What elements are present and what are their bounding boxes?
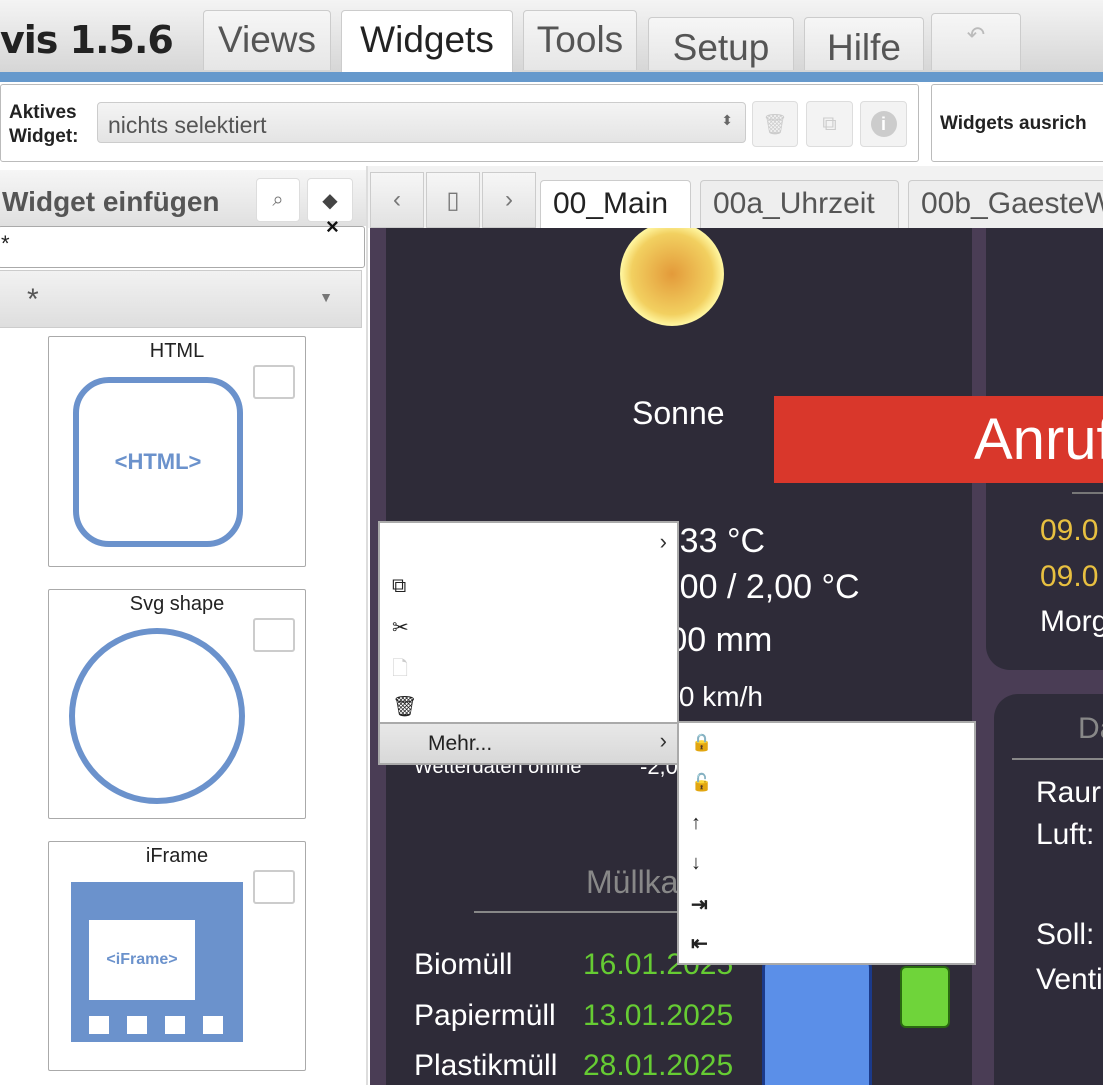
more-submenu: 🔒 🔓 ↑ ↓ ⇥ ⇤	[677, 721, 976, 965]
search-button[interactable]: ⌕	[256, 178, 300, 222]
arrow-to-end-icon[interactable]: ⇥	[691, 892, 708, 917]
waste-title: Müllka	[586, 864, 679, 900]
image-icon	[253, 618, 295, 652]
chevron-left-icon: ‹	[393, 186, 401, 213]
accent-bar	[0, 72, 1103, 82]
align-label: Widgets ausrich	[940, 113, 1087, 134]
active-widget-select[interactable]: nichts selektiert ⬍	[97, 102, 746, 143]
widget-card-iframe[interactable]: iFrame <iFrame>	[48, 841, 306, 1071]
copy-widget-button[interactable]: ⧉	[806, 101, 853, 147]
widget-label: Svg shape	[129, 593, 225, 615]
filter-value: *	[1, 231, 10, 256]
context-menu-item-more[interactable]: Mehr... ›	[380, 722, 677, 763]
right-date: 09.0	[1040, 514, 1099, 547]
widget-label: iFrame	[145, 845, 209, 867]
app-title: vis 1.5.6	[0, 18, 174, 62]
tab-widgets[interactable]: Widgets	[341, 10, 513, 72]
waste-name: Biomüll	[414, 948, 513, 981]
search-icon: ⌕	[272, 188, 284, 211]
divider	[1012, 758, 1103, 760]
copy-icon[interactable]: ⧉	[392, 575, 406, 598]
call-banner: Anruf	[774, 396, 1103, 483]
html-preview-icon: <HTML>	[73, 377, 243, 547]
align-panel: Widgets ausrich	[931, 84, 1103, 162]
iframe-preview-text: <iFrame>	[106, 951, 178, 968]
unlock-icon[interactable]: 🔓	[691, 773, 712, 793]
waste-name: Plastikmüll	[414, 1049, 558, 1082]
waste-name: Papiermüll	[414, 999, 556, 1032]
tab-hilfe[interactable]: Hilfe	[804, 17, 924, 70]
chevron-right-icon: ›	[505, 186, 513, 213]
clipboard-button[interactable]: ▯	[426, 172, 480, 228]
right-row: Soll:	[1036, 918, 1095, 951]
tab-tools[interactable]: Tools	[523, 10, 637, 70]
prev-view-button[interactable]: ‹	[370, 172, 424, 228]
widget-palette: Widget einfügen ⌕ ◆ * × * ▼ HTML <HTML> S…	[0, 166, 368, 1085]
right-date: 09.0	[1040, 560, 1099, 593]
undo-button[interactable]: ↶	[931, 13, 1021, 70]
undo-icon: ↶	[966, 22, 986, 47]
trash-icon[interactable]: 🗑	[392, 694, 417, 719]
right-panel2-title: Da	[1078, 712, 1103, 745]
context-menu: › ⧉ ✂ 🗋 🗑 Mehr... ›	[378, 521, 679, 765]
cut-icon[interactable]: ✂	[392, 615, 409, 640]
widget-card-svg-shape[interactable]: Svg shape	[48, 589, 306, 819]
arrow-up-icon[interactable]: ↑	[691, 812, 701, 835]
next-view-button[interactable]: ›	[482, 172, 536, 228]
more-label: Mehr...	[428, 732, 493, 755]
right-panel-bottom	[994, 694, 1103, 1085]
chevron-down-icon: ▼	[319, 289, 333, 305]
context-menu-item-submenu[interactable]: ›	[380, 523, 677, 563]
waste-date: 13.01.2025	[583, 999, 734, 1032]
chevron-right-icon: ›	[659, 728, 667, 753]
active-widget-label: Aktives Widget:	[9, 102, 79, 147]
weather-label: Sonne	[632, 395, 725, 431]
active-widget-value: nichts selektiert	[108, 112, 267, 138]
select-arrows-icon: ⬍	[721, 112, 733, 128]
image-icon	[253, 870, 295, 904]
html-preview-text: <HTML>	[114, 449, 202, 474]
tag-icon: ◆	[322, 189, 338, 212]
paste-icon: 🗋	[392, 658, 409, 680]
filter-input[interactable]: *	[0, 226, 365, 268]
widget-label: HTML	[149, 340, 205, 362]
copy-icon: ⧉	[822, 112, 837, 135]
info-icon: i	[870, 111, 897, 137]
lock-icon[interactable]: 🔒	[691, 733, 712, 753]
trash-icon: 🗑	[762, 113, 788, 136]
arrow-to-start-icon[interactable]: ⇤	[691, 931, 708, 956]
widget-set-value: *	[27, 283, 39, 316]
palette-title: Widget einfügen	[2, 186, 220, 217]
iframe-preview-icon: <iFrame>	[71, 882, 243, 1042]
tab-views[interactable]: Views	[203, 10, 331, 70]
blue-bin-icon	[762, 954, 872, 1085]
clear-filter-icon[interactable]: ×	[326, 214, 339, 240]
info-widget-button[interactable]: i	[860, 101, 907, 147]
green-bin-icon	[900, 966, 950, 1028]
clipboard-icon: ▯	[446, 186, 460, 214]
waste-date: 28.01.2025	[583, 1049, 734, 1082]
chevron-right-icon: ›	[659, 529, 667, 554]
arrow-down-icon[interactable]: ↓	[691, 852, 701, 875]
divider	[1072, 492, 1103, 494]
top-bar: vis 1.5.6 Views Widgets Tools Setup Hilf…	[0, 0, 1103, 72]
circle-preview-icon	[69, 628, 245, 804]
right-row: Raur	[1036, 776, 1102, 809]
widget-set-select[interactable]: * ▼	[0, 270, 362, 328]
right-row: Venti	[1036, 963, 1103, 996]
tab-setup[interactable]: Setup	[648, 17, 794, 70]
view-tab-00b-gaeste[interactable]: 00b_GaesteW	[908, 180, 1103, 228]
view-tab-00a-uhrzeit[interactable]: 00a_Uhrzeit	[700, 180, 899, 228]
image-icon	[253, 365, 295, 399]
widget-card-html[interactable]: HTML <HTML>	[48, 336, 306, 567]
right-row: Luft:	[1036, 818, 1095, 851]
delete-widget-button[interactable]: 🗑	[752, 101, 798, 147]
view-tab-00-main[interactable]: 00_Main	[540, 180, 691, 228]
right-morg: Morg	[1040, 605, 1103, 638]
